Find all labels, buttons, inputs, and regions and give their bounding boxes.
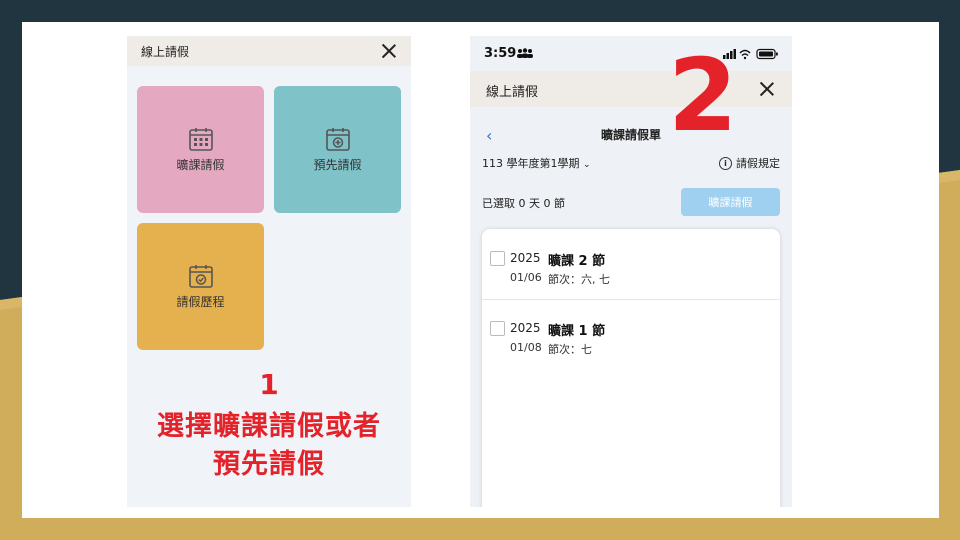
status-time: 3:59 [484,46,517,61]
item-year: 2025 [510,251,541,265]
rules-label: 請假規定 [736,157,780,170]
semester-value: 113 學年度第1學期 [482,157,580,170]
calendar-add-icon [325,128,350,151]
submit-button[interactable]: 曠課請假 [681,188,780,216]
rules-link[interactable]: i 請假規定 [719,155,780,171]
item-year: 2025 [510,321,541,335]
status-bar: 3:59 [470,36,792,71]
calendar-grid-icon [188,128,213,151]
semester-select[interactable]: 113 學年度第1學期 ⌄ [482,155,591,171]
selection-summary: 已選取 0 天 0 節 [482,197,565,210]
list-item[interactable]: 2025 曠課 1 節 01/08 節次：七 [482,300,780,370]
item-date: 01/06 [510,271,542,284]
right-phone-screen: 3:59 線上請假 2 ‹ 曠課請假單 113 學年度第1學期 ⌄ i 請假規定… [470,36,792,507]
item-periods: 節次：六, 七 [548,273,610,286]
item-date: 01/08 [510,341,542,354]
right-header: 線上請假 [470,71,792,107]
item-checkbox[interactable] [490,251,505,266]
tile-label: 預先請假 [313,158,362,172]
item-title: 曠課 2 節 [548,254,606,269]
right-header-title: 線上請假 [486,85,539,100]
tile-absence-leave[interactable]: 曠課請假 [137,86,264,213]
close-icon[interactable] [379,41,399,61]
item-periods: 節次：七 [548,343,592,356]
annotation-line: 預先請假 [213,449,325,480]
absence-list: 2025 曠課 2 節 01/06 節次：六, 七 2025 曠課 1 節 01… [482,229,780,507]
left-header-title: 線上請假 [141,45,190,59]
item-checkbox[interactable] [490,321,505,336]
calendar-check-icon [188,265,213,288]
info-icon: i [719,156,732,170]
chevron-down-icon: ⌄ [583,160,591,170]
left-phone-screen: 線上請假 曠課請假 預先請假 請假歷程 1 選擇曠課請假或者 預先請假 [127,36,411,507]
annotation-line: 選擇曠課請假或者 [157,411,381,442]
list-item[interactable]: 2025 曠課 2 節 01/06 節次：六, 七 [482,229,780,300]
tile-advance-leave[interactable]: 預先請假 [274,86,401,213]
item-title: 曠課 1 節 [548,324,606,339]
people-icon [517,48,533,58]
tile-leave-history[interactable]: 請假歷程 [137,223,264,350]
tile-label: 曠課請假 [176,158,225,172]
left-header: 線上請假 [127,36,411,66]
tile-label: 請假歷程 [176,295,225,309]
close-icon[interactable] [757,79,777,99]
annotation-step-number: 1 [259,368,279,401]
page-title: 曠課請假單 [600,128,661,142]
